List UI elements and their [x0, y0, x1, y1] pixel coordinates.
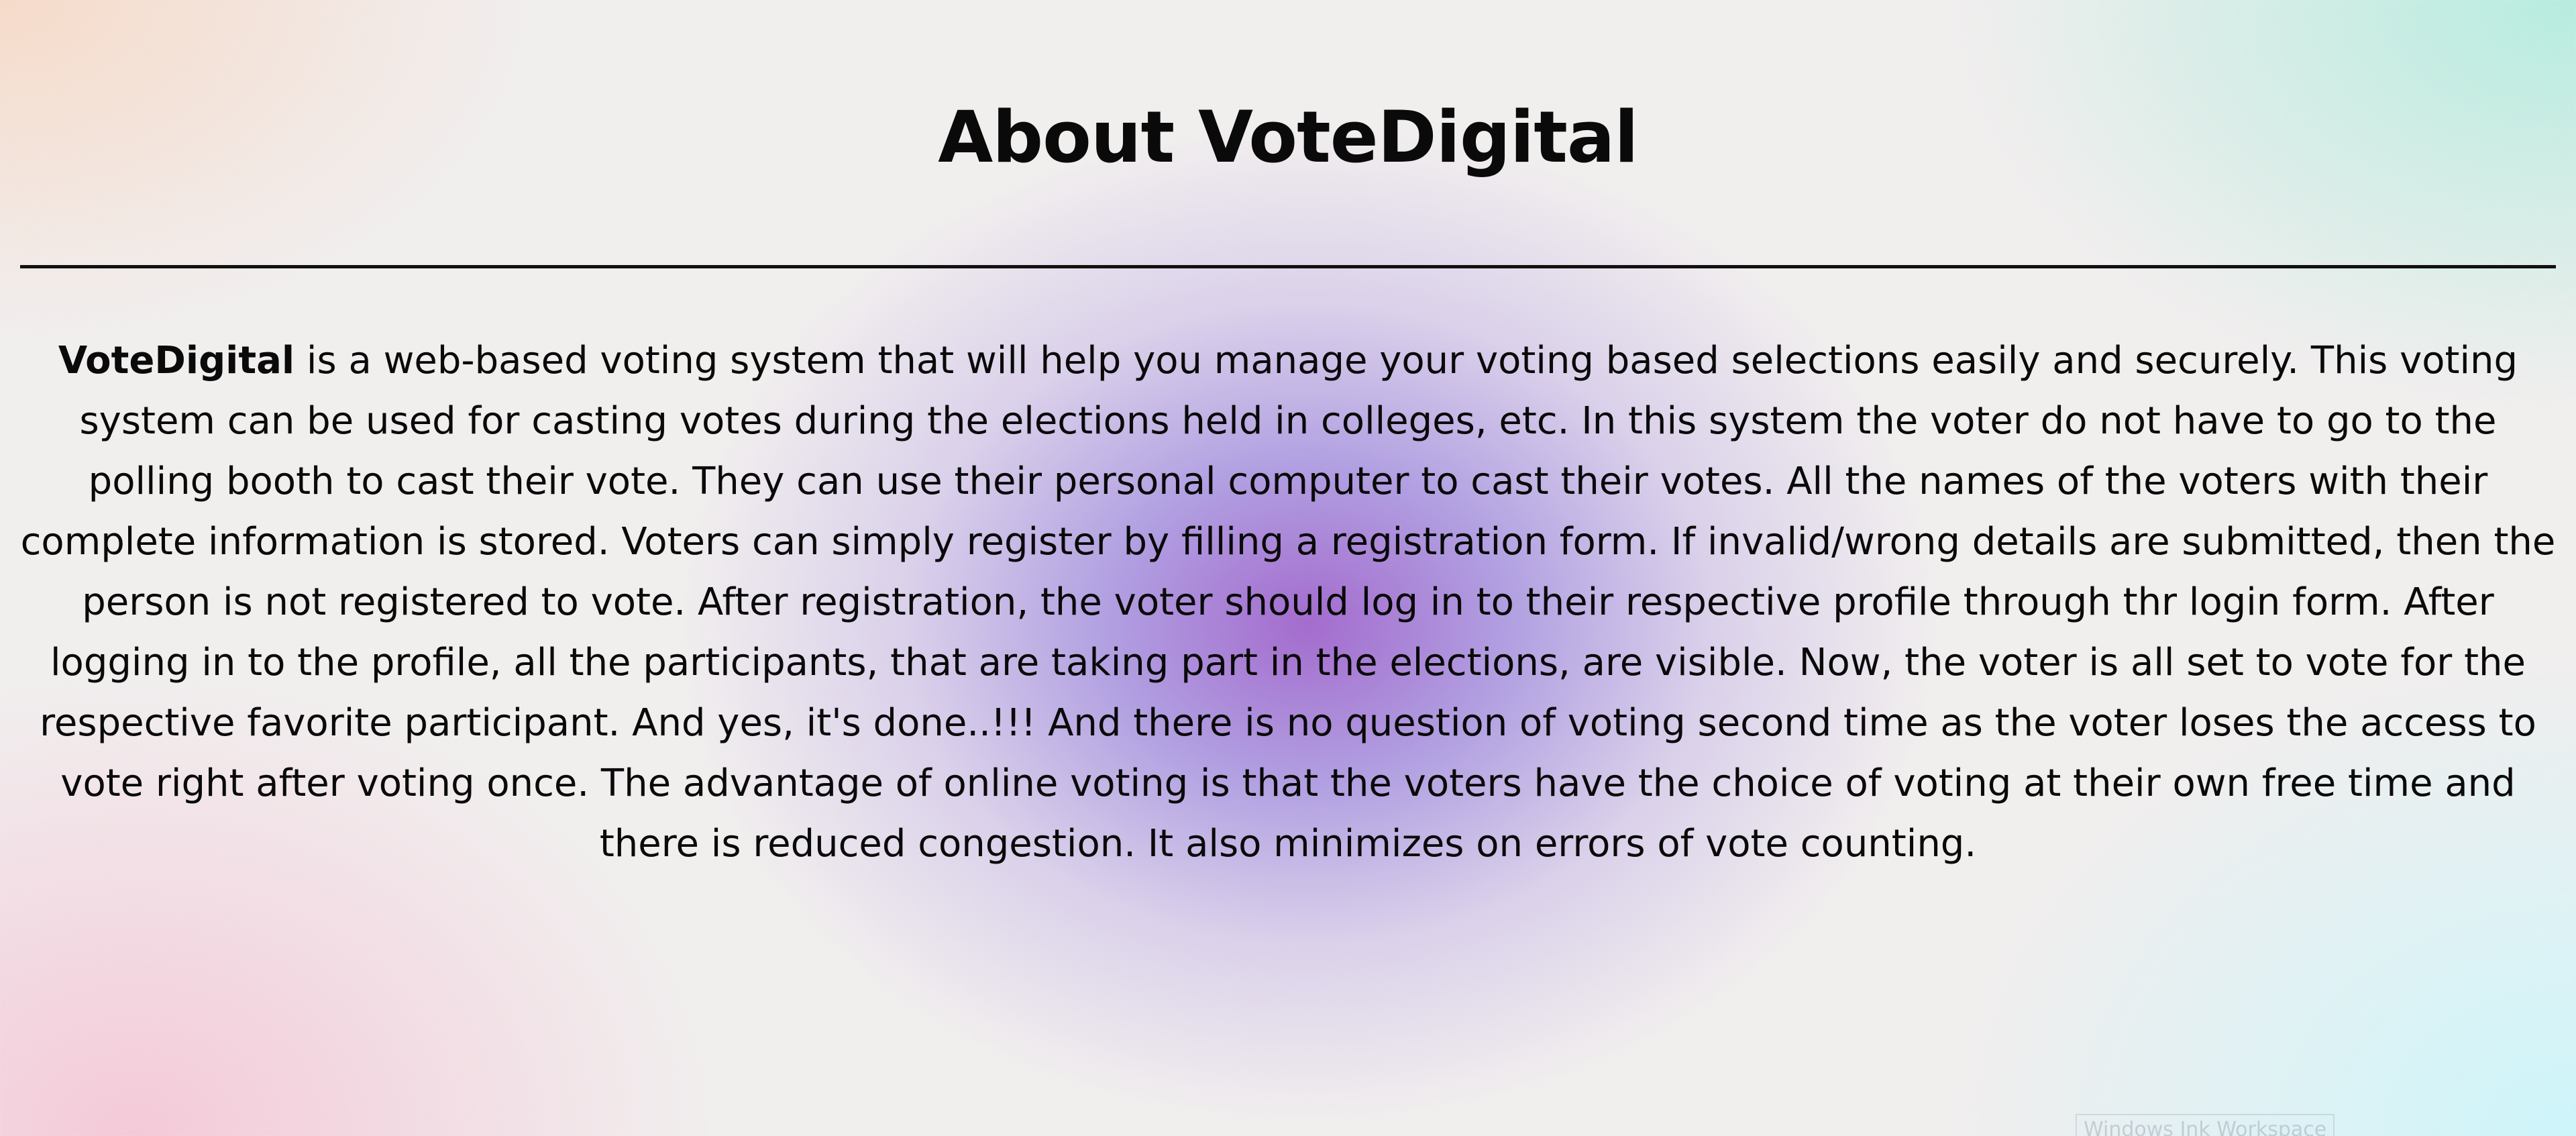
page-title: About VoteDigital	[938, 96, 1638, 178]
about-body-text: is a web-based voting system that will h…	[20, 339, 2556, 866]
windows-ink-workspace-watermark: Windows Ink Workspace	[2076, 1114, 2335, 1136]
title-divider	[20, 265, 2556, 268]
about-description: VoteDigital is a web-based voting system…	[20, 331, 2556, 874]
brand-name: VoteDigital	[58, 339, 295, 382]
